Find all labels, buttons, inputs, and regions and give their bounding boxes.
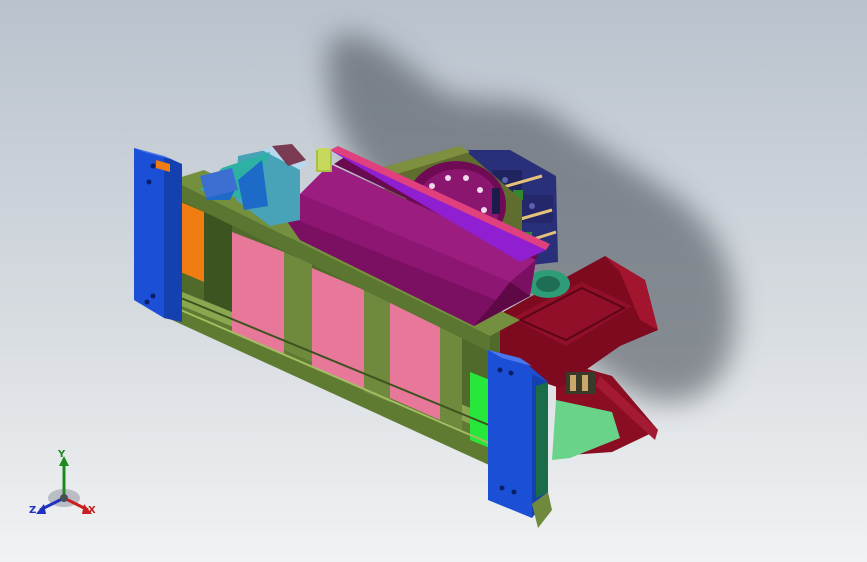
coordinate-triad: Y X Z: [22, 448, 108, 528]
top-post: [318, 148, 330, 170]
z-axis-arrow-icon: [36, 504, 46, 514]
z-axis-label: Z: [29, 505, 37, 516]
graphics-viewport[interactable]: Y X Z: [0, 0, 867, 562]
left-end-plate: [134, 148, 182, 322]
y-axis-label: Y: [58, 449, 66, 460]
triad-axes: [36, 456, 92, 514]
cad-model-scene[interactable]: [0, 0, 867, 562]
x-axis-label: X: [88, 505, 96, 516]
